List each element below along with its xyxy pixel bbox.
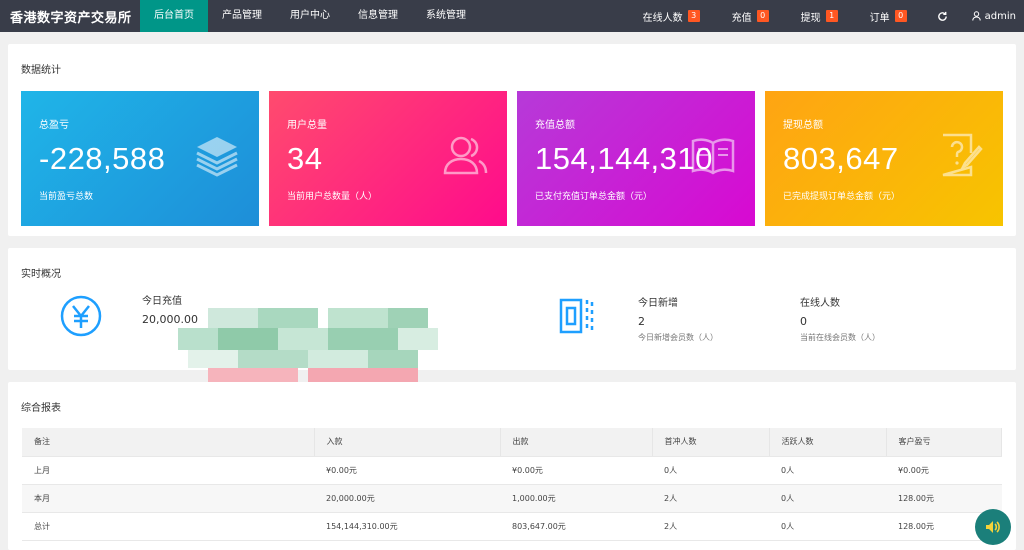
layers-icon: [196, 137, 238, 177]
cell-active: 0人: [769, 456, 886, 485]
online-members-value: 0: [800, 315, 807, 328]
card-title: 提现总额: [783, 120, 823, 131]
cell-outgo: 803,647.00元: [500, 512, 652, 541]
username: admin: [984, 10, 1016, 22]
table-row: 本月 20,000.00元 1,000.00元 2人 0人 128.00元: [22, 484, 1002, 513]
brand-title: 香港数字资产交易所: [10, 10, 132, 26]
stat-card-withdraw[interactable]: 提现总额 803,647 已完成提现订单总金额（元）: [765, 91, 1003, 226]
card-desc: 已完成提现订单总金额（元）: [783, 192, 901, 202]
cell-first-charge: 2人: [652, 484, 769, 513]
recharge-badge: 0: [756, 10, 769, 22]
col-active: 活跃人数: [769, 428, 887, 457]
nav-right: 在线人数 3 充值 0 提现 1 订单 0 admin: [627, 0, 1024, 32]
col-profit: 客户盈亏: [886, 428, 1002, 457]
new-members-desc: 今日新增会员数（人）: [638, 333, 718, 342]
refresh-button[interactable]: [923, 0, 962, 32]
stats-title: 数据统计: [21, 65, 61, 76]
top-navbar: 香港数字资产交易所 后台首页 产品管理 用户中心 信息管理 系统管理 在线人数 …: [0, 0, 1024, 32]
online-users-badge: 3: [687, 10, 700, 22]
card-title: 用户总量: [287, 120, 327, 131]
yen-icon: [60, 295, 102, 337]
stat-card-recharge[interactable]: 充值总额 154,144,310 已支付充值订单总金额（元）: [517, 91, 755, 226]
recharge-link[interactable]: 充值 0: [716, 0, 785, 32]
card-value: 154,144,310: [535, 141, 713, 176]
main-nav: 后台首页 产品管理 用户中心 信息管理 系统管理: [140, 0, 480, 32]
col-first-charge: 首冲人数: [652, 428, 770, 457]
nav-products[interactable]: 产品管理: [208, 0, 276, 32]
book-icon: [691, 138, 735, 175]
cell-active: 0人: [769, 512, 886, 541]
stats-panel: 数据统计 总盈亏 -228,588 当前盈亏总数 用户总量 34 当前用户总数量…: [8, 44, 1016, 236]
card-value: 803,647: [783, 141, 899, 176]
stat-card-profit[interactable]: 总盈亏 -228,588 当前盈亏总数: [21, 91, 259, 226]
online-members-desc: 当前在线会员数（人）: [800, 333, 880, 342]
col-note: 备注: [22, 428, 315, 457]
card-value: 34: [287, 141, 323, 176]
realtime-title: 实时概况: [21, 269, 61, 280]
stat-card-users[interactable]: 用户总量 34 当前用户总数量（人）: [269, 91, 507, 226]
report-panel: 综合报表 备注 入款 出款 首冲人数 活跃人数 客户盈亏 上月 ¥0.00元 ¥…: [8, 382, 1016, 550]
cell-income: 20,000.00元: [314, 484, 500, 513]
cell-income: 154,144,310.00元: [314, 512, 500, 541]
report-table: 备注 入款 出款 首冲人数 活跃人数 客户盈亏 上月 ¥0.00元 ¥0.00元…: [22, 428, 1002, 541]
card-desc: 当前盈亏总数: [39, 192, 94, 202]
orders-label: 订单: [869, 12, 890, 24]
cell-profit: 128.00元: [886, 484, 1002, 513]
new-members-stat: 今日新增 2 今日新增会员数（人）: [638, 294, 718, 343]
online-users-label: 在线人数: [642, 12, 683, 24]
col-income: 入款: [314, 428, 501, 457]
nav-users[interactable]: 用户中心: [276, 0, 344, 32]
speaker-icon: [986, 521, 1000, 533]
orders-badge: 0: [894, 10, 907, 22]
online-users-link[interactable]: 在线人数 3: [627, 0, 716, 32]
online-members-stat: 在线人数 0 当前在线会员数（人）: [800, 294, 880, 343]
cell-note: 总计: [22, 512, 314, 541]
today-recharge-label: 今日充值: [142, 296, 182, 307]
table-row: 上月 ¥0.00元 ¥0.00元 0人 0人 ¥0.00元: [22, 456, 1002, 485]
user-icon: [971, 11, 981, 21]
card-value: -228,588: [39, 141, 166, 176]
cell-active: 0人: [769, 484, 886, 513]
card-desc: 已支付充值订单总金额（元）: [535, 192, 653, 202]
cell-note: 本月: [22, 484, 314, 513]
card-title: 充值总额: [535, 120, 575, 131]
online-members-label: 在线人数: [800, 298, 840, 309]
cell-first-charge: 2人: [652, 512, 769, 541]
user-menu[interactable]: admin: [962, 0, 1024, 32]
cell-income: ¥0.00元: [314, 456, 500, 485]
realtime-panel: 实时概况 今日充值 20,000.00 今日新增 2 今日新增会员数（人） 在线: [8, 248, 1016, 382]
orders-link[interactable]: 订单 0: [854, 0, 923, 32]
cell-note: 上月: [22, 456, 314, 485]
card-title: 总盈亏: [39, 120, 69, 131]
cell-first-charge: 0人: [652, 456, 769, 485]
refresh-icon: [937, 11, 947, 21]
question-edit-icon: [942, 133, 983, 177]
new-members-value: 2: [638, 315, 645, 328]
nav-home[interactable]: 后台首页: [140, 0, 208, 32]
new-members-label: 今日新增: [638, 298, 678, 309]
cell-profit: ¥0.00元: [886, 456, 1002, 485]
table-header-row: 备注 入款 出款 首冲人数 活跃人数 客户盈亏: [22, 428, 1002, 457]
withdraw-label: 提现: [800, 12, 821, 24]
table-row: 总计 154,144,310.00元 803,647.00元 2人 0人 128…: [22, 512, 1002, 541]
cell-outgo: ¥0.00元: [500, 456, 652, 485]
col-outgo: 出款: [500, 428, 653, 457]
recharge-label: 充值: [731, 12, 752, 24]
nav-system[interactable]: 系统管理: [412, 0, 480, 32]
withdraw-link[interactable]: 提现 1: [785, 0, 854, 32]
report-title: 综合报表: [21, 403, 61, 414]
floating-audio-button[interactable]: [975, 509, 1011, 545]
nav-info[interactable]: 信息管理: [344, 0, 412, 32]
cell-outgo: 1,000.00元: [500, 484, 652, 513]
withdraw-badge: 1: [825, 10, 838, 22]
users-icon: [443, 136, 488, 175]
id-card-icon: [559, 298, 594, 334]
redacted-mosaic: [178, 308, 438, 382]
card-desc: 当前用户总数量（人）: [287, 192, 378, 202]
